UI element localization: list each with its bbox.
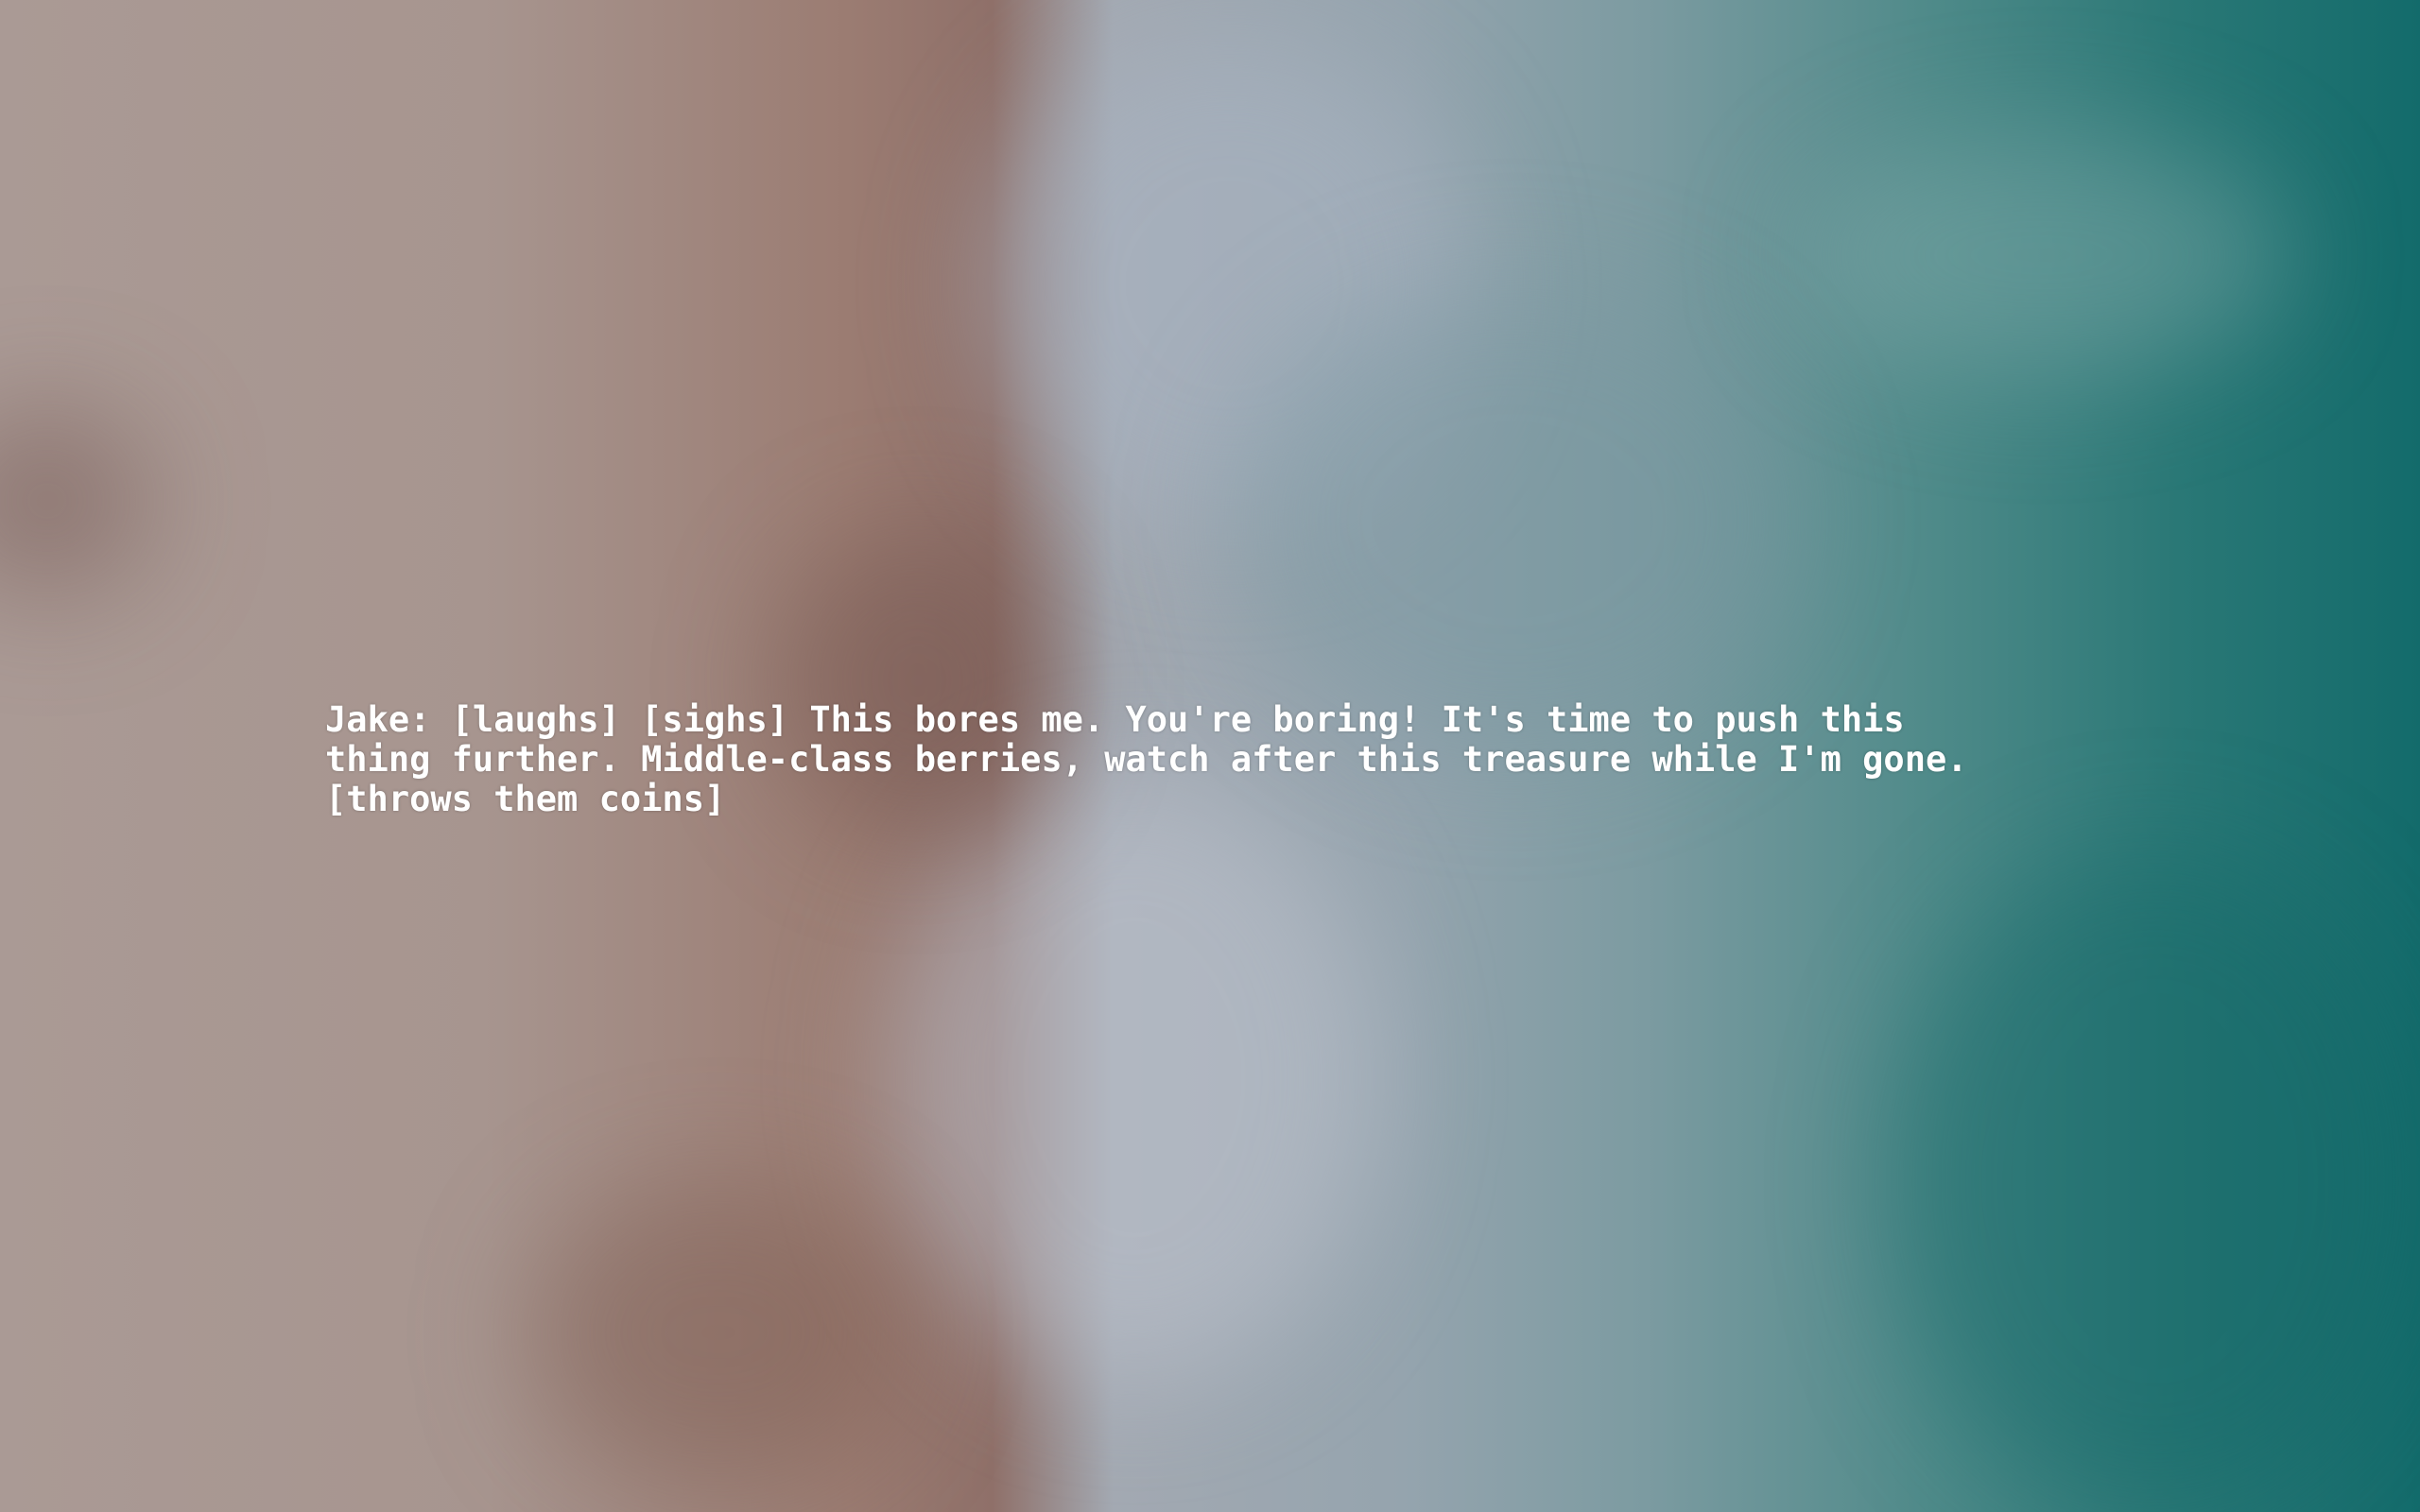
background-blur-shape [1796, 132, 2288, 378]
background-blur-shape [889, 775, 1380, 1380]
background-blur-shape [1229, 284, 1796, 756]
background-blur-shape [1891, 850, 2420, 1512]
background-blur-shape [529, 1181, 908, 1484]
background-blur-shape [0, 406, 151, 595]
subtitle-caption: Jake: [laughs] [sighs] This bores me. Yo… [325, 699, 1968, 819]
